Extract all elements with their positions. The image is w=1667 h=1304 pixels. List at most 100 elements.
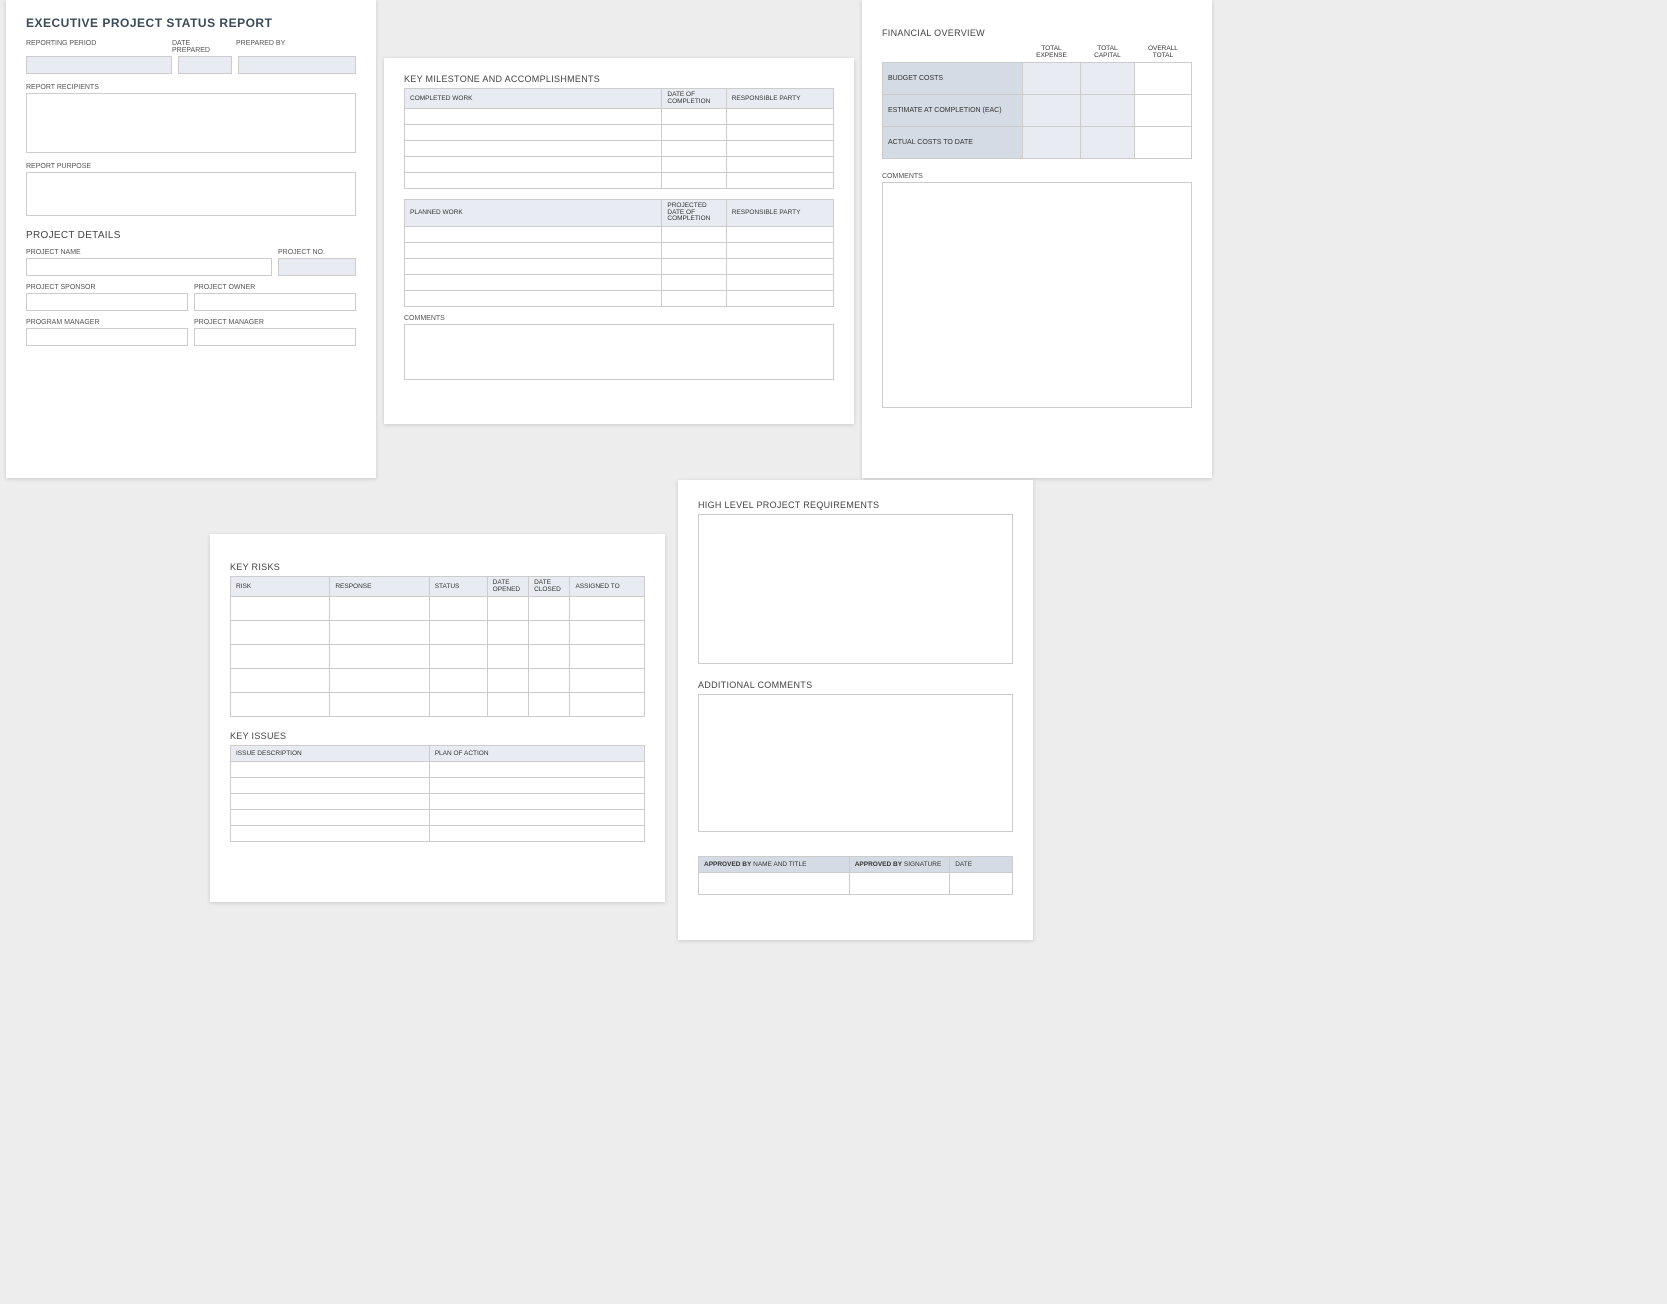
- table-cell[interactable]: [429, 645, 487, 669]
- table-cell[interactable]: [429, 810, 644, 826]
- table-cell[interactable]: [487, 645, 528, 669]
- table-cell[interactable]: [1023, 127, 1081, 159]
- table-cell[interactable]: [231, 645, 330, 669]
- table-cell[interactable]: [570, 597, 645, 621]
- reporting-period-input[interactable]: [26, 56, 172, 74]
- table-cell[interactable]: [405, 157, 662, 173]
- table-cell[interactable]: [330, 693, 429, 717]
- table-cell[interactable]: [1080, 63, 1134, 95]
- table-cell[interactable]: [487, 597, 528, 621]
- table-cell[interactable]: [487, 621, 528, 645]
- table-cell[interactable]: [662, 141, 726, 157]
- report-purpose-input[interactable]: [26, 172, 356, 216]
- table-cell[interactable]: [429, 597, 487, 621]
- table-cell[interactable]: [231, 794, 430, 810]
- table-cell[interactable]: [570, 693, 645, 717]
- table-cell[interactable]: [662, 226, 726, 242]
- table-cell[interactable]: [726, 173, 833, 189]
- table-cell[interactable]: [662, 290, 726, 306]
- table-cell[interactable]: [849, 873, 949, 895]
- report-recipients-input[interactable]: [26, 93, 356, 153]
- table-cell[interactable]: [662, 125, 726, 141]
- table-cell[interactable]: [570, 621, 645, 645]
- table-cell[interactable]: [330, 669, 429, 693]
- table-cell[interactable]: [429, 621, 487, 645]
- fin-comments-input[interactable]: [882, 182, 1192, 408]
- table-cell[interactable]: [405, 242, 662, 258]
- project-sponsor-input[interactable]: [26, 293, 188, 311]
- table-cell[interactable]: [726, 157, 833, 173]
- col-total-expense: TOTAL EXPENSE: [1023, 42, 1081, 63]
- table-cell[interactable]: [429, 669, 487, 693]
- table-cell[interactable]: [405, 141, 662, 157]
- table-cell[interactable]: [231, 669, 330, 693]
- table-cell[interactable]: [1023, 95, 1081, 127]
- table-cell[interactable]: [726, 109, 833, 125]
- table-cell[interactable]: [405, 290, 662, 306]
- table-cell[interactable]: [1134, 63, 1191, 95]
- table-cell[interactable]: [231, 778, 430, 794]
- table-cell[interactable]: [662, 258, 726, 274]
- table-cell[interactable]: [231, 621, 330, 645]
- table-cell[interactable]: [330, 597, 429, 621]
- table-cell[interactable]: [330, 645, 429, 669]
- table-cell[interactable]: [1080, 127, 1134, 159]
- prepared-by-input[interactable]: [238, 56, 356, 74]
- table-cell[interactable]: [726, 290, 833, 306]
- table-cell[interactable]: [231, 693, 330, 717]
- table-cell[interactable]: [405, 258, 662, 274]
- table-cell[interactable]: [662, 274, 726, 290]
- table-cell[interactable]: [487, 693, 528, 717]
- table-cell[interactable]: [726, 274, 833, 290]
- table-cell[interactable]: [699, 873, 850, 895]
- table-cell[interactable]: [429, 762, 644, 778]
- table-cell[interactable]: [726, 258, 833, 274]
- project-name-input[interactable]: [26, 258, 272, 276]
- project-owner-input[interactable]: [194, 293, 356, 311]
- table-cell[interactable]: [529, 693, 570, 717]
- table-cell[interactable]: [570, 669, 645, 693]
- table-cell[interactable]: [405, 125, 662, 141]
- table-cell[interactable]: [405, 109, 662, 125]
- table-cell[interactable]: [726, 141, 833, 157]
- program-manager-input[interactable]: [26, 328, 188, 346]
- table-cell[interactable]: [726, 125, 833, 141]
- table-cell[interactable]: [231, 810, 430, 826]
- table-cell[interactable]: [726, 226, 833, 242]
- table-cell[interactable]: [950, 873, 1013, 895]
- table-cell[interactable]: [429, 778, 644, 794]
- table-cell[interactable]: [405, 173, 662, 189]
- table-cell[interactable]: [231, 826, 430, 842]
- table-cell[interactable]: [429, 826, 644, 842]
- table-cell[interactable]: [405, 226, 662, 242]
- table-cell[interactable]: [529, 645, 570, 669]
- table-cell[interactable]: [1023, 63, 1081, 95]
- table-cell[interactable]: [570, 645, 645, 669]
- table-cell[interactable]: [662, 173, 726, 189]
- table-cell[interactable]: [1080, 95, 1134, 127]
- comments-input[interactable]: [404, 324, 834, 380]
- project-manager-input[interactable]: [194, 328, 356, 346]
- table-cell[interactable]: [1134, 95, 1191, 127]
- table-cell[interactable]: [487, 669, 528, 693]
- additional-comments-input[interactable]: [698, 694, 1013, 832]
- requirements-input[interactable]: [698, 514, 1013, 664]
- table-cell[interactable]: [662, 109, 726, 125]
- table-cell[interactable]: [529, 597, 570, 621]
- table-cell[interactable]: [529, 621, 570, 645]
- table-cell[interactable]: [429, 794, 644, 810]
- table-cell[interactable]: [231, 762, 430, 778]
- table-cell[interactable]: [405, 274, 662, 290]
- table-cell[interactable]: [330, 621, 429, 645]
- table-cell[interactable]: [529, 669, 570, 693]
- table-cell[interactable]: [429, 693, 487, 717]
- table-cell[interactable]: [231, 597, 330, 621]
- table-cell[interactable]: [1134, 127, 1191, 159]
- col-date-completion: DATE OF COMPLETION: [662, 89, 726, 109]
- project-name-label: PROJECT NAME: [26, 249, 272, 256]
- table-cell[interactable]: [662, 242, 726, 258]
- table-cell[interactable]: [726, 242, 833, 258]
- date-prepared-input[interactable]: [178, 56, 232, 74]
- project-no-input[interactable]: [278, 258, 356, 276]
- table-cell[interactable]: [662, 157, 726, 173]
